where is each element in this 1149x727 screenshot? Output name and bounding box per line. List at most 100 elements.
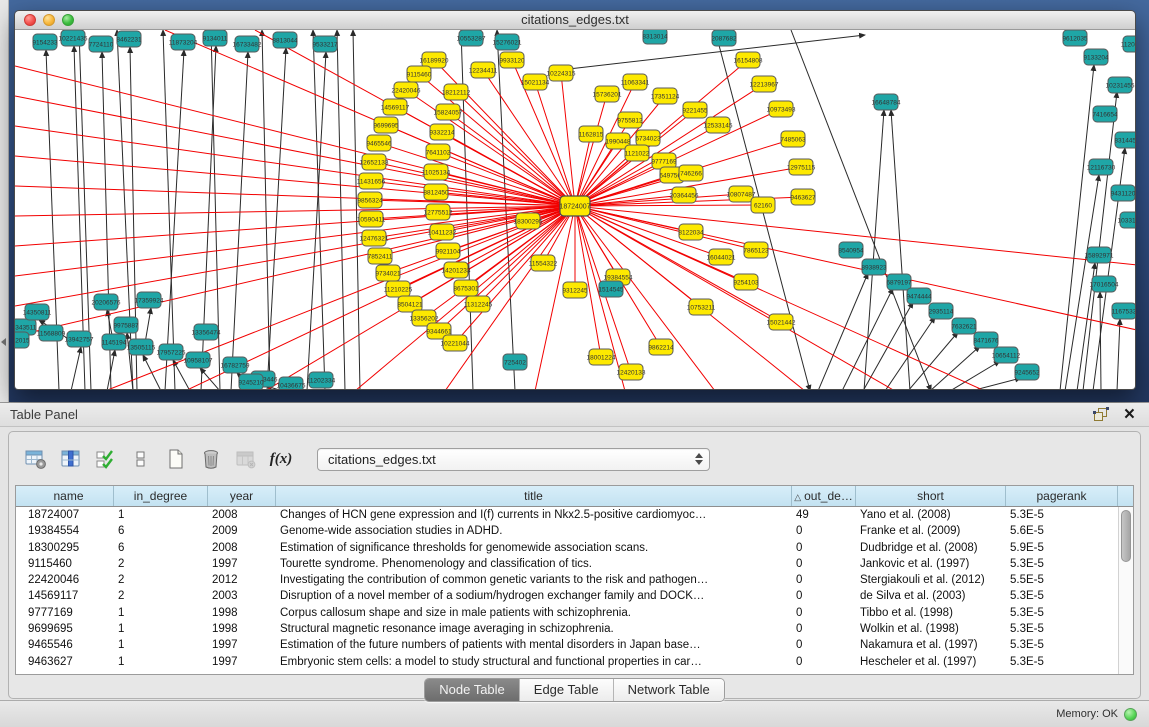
graph-edge [456, 92, 575, 206]
graph-node-label: 16189920 [420, 57, 449, 64]
graph-node-label: 18212112 [442, 89, 471, 96]
table-cell: Disruption of a novel member of a sodium… [276, 588, 792, 604]
graph-node-label: 8122034 [678, 229, 704, 236]
table-row[interactable]: 969969511998Structural magnetic resonanc… [24, 621, 1118, 637]
delete-table-icon[interactable] [198, 446, 224, 472]
table-cell: Genome-wide association studies in ADHD. [276, 523, 792, 539]
network-window[interactable]: citations_edges.txt 16189920911546022420… [14, 10, 1136, 390]
table-cell: Estimation of significance thresholds fo… [276, 540, 792, 556]
column-header-short[interactable]: short [856, 486, 1006, 506]
new-document-icon[interactable] [163, 446, 189, 472]
graph-edge [163, 30, 175, 390]
column-header-pagerank[interactable]: pagerank [1006, 486, 1118, 506]
table-cell: Dudbridge et al. (2008) [856, 540, 1006, 556]
graph-node-label: 11025134 [422, 169, 451, 176]
column-header-title[interactable]: title [276, 486, 792, 506]
graph-node-label: 11202334 [307, 377, 336, 384]
network-window-titlebar[interactable]: citations_edges.txt [15, 11, 1135, 30]
graph-edge [1100, 292, 1101, 390]
graph-node-label: 11554322 [529, 260, 558, 267]
graph-node-label: 9312245 [562, 287, 588, 294]
scrollbar-thumb[interactable] [1121, 510, 1131, 562]
show-columns-icon[interactable] [58, 446, 84, 472]
table-row[interactable]: 2242004622012Investigating the contribut… [24, 572, 1118, 588]
graph-node-label: 8314452 [1114, 137, 1136, 144]
graph-node-label: 22420046 [392, 87, 421, 94]
tab-edge-table[interactable]: Edge Table [520, 679, 614, 701]
table-cell: 1 [114, 605, 208, 621]
node-table: namein_degreeyeartitle△out_de…shortpager… [15, 485, 1134, 675]
graph-node-label: 1167533 [1112, 308, 1136, 315]
graph-node-label: 9463627 [790, 194, 816, 201]
table-row[interactable]: 1456911722003Disruption of a novel membe… [24, 588, 1118, 604]
table-type-tabs: Node TableEdge TableNetwork Table [424, 678, 725, 702]
table-cell: 0 [792, 605, 856, 621]
table-panel-body: f(x) citations_edges.txt namein_degreeye… [8, 431, 1141, 699]
function-builder-icon[interactable]: f(x) [268, 446, 294, 472]
graph-node-label: 9245652 [1014, 369, 1040, 376]
table-settings-icon[interactable] [23, 446, 49, 472]
table-selector-dropdown[interactable]: citations_edges.txt [317, 448, 710, 471]
table-cell: de Silva et al. (2003) [856, 588, 1006, 604]
column-header-out-de-[interactable]: △out_de… [792, 486, 856, 506]
zoom-button[interactable] [62, 14, 74, 26]
graph-node-label: 13942757 [65, 336, 94, 343]
graph-node-label: 6734023 [635, 135, 661, 142]
table-panel-title: Table Panel [0, 407, 78, 422]
graph-node-label: 9933120 [499, 57, 525, 64]
table-row[interactable]: 946362711997Embryonic stem cells: a mode… [24, 654, 1118, 670]
table-cell: Investigating the contribution of common… [276, 572, 792, 588]
minimize-button[interactable] [43, 14, 55, 26]
table-cell: 18300295 [24, 540, 114, 556]
row-height-icon[interactable] [128, 446, 154, 472]
column-header-name[interactable]: name [24, 486, 114, 506]
graph-edge [262, 30, 270, 390]
table-cell: 5.9E-5 [1006, 540, 1118, 556]
graph-edge [885, 317, 935, 390]
graph-edge [575, 206, 691, 232]
panel-collapse-arrow-icon[interactable] [1, 338, 6, 346]
table-scrollbar[interactable] [1118, 507, 1133, 674]
graph-node-label: 10958107 [184, 357, 213, 364]
table-cell: 2 [114, 588, 208, 604]
tab-node-table[interactable]: Node Table [425, 679, 520, 701]
graph-node-label: 18724007 [559, 204, 590, 211]
close-button[interactable] [24, 14, 36, 26]
graph-node-label: 12234411 [469, 67, 498, 74]
table-cell: Stergiakouli et al. (2012) [856, 572, 1006, 588]
table-cell: 2008 [208, 507, 276, 523]
column-header-in-degree[interactable]: in_degree [114, 486, 208, 506]
graph-node-label: 16154808 [734, 57, 763, 64]
network-canvas[interactable]: 1618992091154602242004614569117969969594… [15, 30, 1136, 390]
table-row[interactable]: 946554611997Estimation of the future num… [24, 637, 1118, 653]
table-panel-header[interactable]: Table Panel × [0, 403, 1149, 427]
table-cell: Wolkin et al. (1998) [856, 621, 1006, 637]
graph-node-label: 7852411 [368, 253, 393, 260]
column-header-year[interactable]: year [208, 486, 276, 506]
selection-mode-icon[interactable] [93, 446, 119, 472]
graph-node-label: 8122015 [15, 337, 30, 344]
float-window-icon[interactable] [1093, 407, 1109, 423]
table-row[interactable]: 1938455462009Genome-wide association stu… [24, 523, 1118, 539]
table-row[interactable]: 911546021997Tourette syndrome. Phenomeno… [24, 556, 1118, 572]
table-cell: 0 [792, 621, 856, 637]
table-row[interactable]: 1830029562008Estimation of significance … [24, 540, 1118, 556]
table-cell: 0 [792, 556, 856, 572]
graph-edge [1083, 92, 1117, 390]
graph-node-label: 7641102 [426, 149, 451, 156]
table-cell: 2003 [208, 588, 276, 604]
table-cell: 22420046 [24, 572, 114, 588]
table-cell: 5.3E-5 [1006, 507, 1118, 523]
table-cell: Estimation of the future numbers of pati… [276, 637, 792, 653]
table-cell: 1997 [208, 637, 276, 653]
tab-network-table[interactable]: Network Table [614, 679, 724, 701]
graph-node-label: 9533217 [312, 41, 338, 48]
graph-node-label: 9921104 [436, 248, 461, 255]
graph-node-label: 9734021 [375, 270, 401, 277]
table-row[interactable]: 1872400712008Changes of HCN gene express… [24, 507, 1118, 523]
graph-node-label: 15021442 [767, 319, 796, 326]
close-panel-icon[interactable]: × [1124, 403, 1135, 426]
table-cell: Jankovic et al. (1997) [856, 556, 1006, 572]
table-cell: Tourette syndrome. Phenomenology and cla… [276, 556, 792, 572]
table-row[interactable]: 977716911998Corpus callosum shape and si… [24, 605, 1118, 621]
